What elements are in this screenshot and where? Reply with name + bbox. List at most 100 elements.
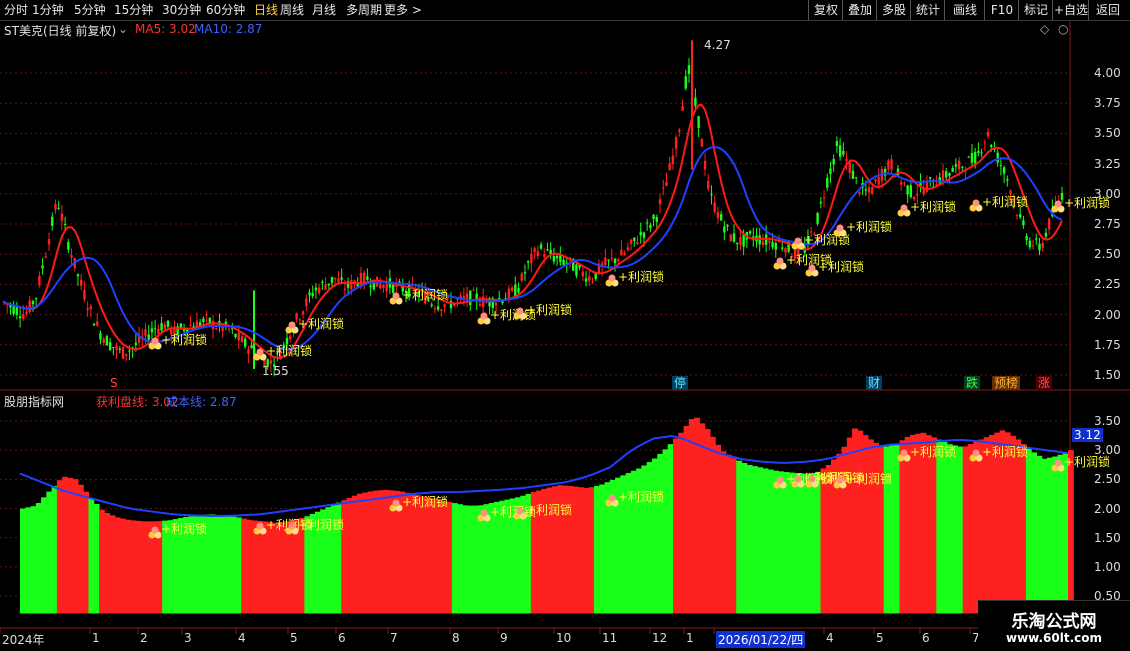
marker-suspend[interactable]: 停: [672, 376, 689, 390]
sub-bar: [62, 476, 68, 614]
candle-body: [51, 216, 54, 226]
sub-bar: [346, 497, 353, 614]
candle-body: [591, 281, 594, 283]
cost-line-label: 成本线: 2.87: [166, 395, 237, 409]
toolbar-button-6[interactable]: 标记: [1018, 0, 1053, 20]
sub-bar: [767, 469, 774, 614]
toolbar-button-1[interactable]: 叠加: [842, 0, 877, 20]
sub-bar: [1052, 456, 1059, 614]
toolbar-button-7[interactable]: +自选: [1052, 0, 1089, 20]
xtick: 5: [290, 631, 298, 645]
candle-body: [47, 239, 51, 245]
sub-bar: [594, 485, 600, 614]
sub-bar: [962, 446, 969, 614]
marker-s[interactable]: S: [108, 376, 120, 390]
candle-body: [289, 335, 292, 340]
sub-bar: [783, 472, 790, 614]
sub-bar: [30, 506, 37, 614]
period-tab-5[interactable]: 60分钟: [206, 0, 245, 20]
period-tab-9[interactable]: 多周期: [346, 0, 382, 20]
signal-sub-label: +利润锁: [618, 489, 664, 504]
sub-bar: [451, 503, 458, 614]
sub-bar: [757, 467, 764, 614]
period-tab-4[interactable]: 30分钟: [162, 0, 201, 20]
candle-body: [205, 314, 208, 316]
candle-body: [726, 224, 729, 227]
candle-body: [948, 173, 951, 176]
period-tab-6[interactable]: 日线: [254, 0, 278, 20]
period-tab-1[interactable]: 1分钟: [32, 0, 64, 20]
candle-body: [626, 247, 630, 250]
period-tab-10[interactable]: 更多 >: [384, 0, 422, 20]
candle-body: [440, 309, 443, 311]
sub-bar: [578, 487, 585, 614]
period-tab-7[interactable]: 周线: [280, 0, 304, 20]
marker-fall[interactable]: 跌: [964, 376, 981, 390]
candle-body: [658, 199, 662, 205]
sub-bar: [804, 473, 811, 614]
candle-body: [118, 348, 121, 350]
sub-bar: [762, 468, 769, 614]
sub-bar: [462, 505, 469, 614]
circle-icon[interactable]: ○: [1058, 22, 1068, 36]
candle-body: [41, 265, 44, 269]
candle-body: [436, 306, 440, 310]
toolbar-button-4[interactable]: 画线: [944, 0, 985, 20]
toolbar-button-2[interactable]: 多股: [876, 0, 911, 20]
marker-forecast[interactable]: 预榜: [992, 376, 1021, 390]
candle-body: [520, 273, 523, 281]
sub-bar: [409, 493, 416, 614]
ma5-label: MA5: 3.02: [135, 22, 196, 36]
candle-body: [967, 156, 970, 158]
candle-body: [150, 328, 154, 333]
chart-canvas[interactable]: +利润锁 +利润锁 +利润锁 +利润锁 +利润锁 +利润锁 +利润锁 +利润锁 +利润锁 +利润锁…: [0, 0, 1130, 650]
signal-main-label: +利润锁: [982, 194, 1028, 209]
sub-bar: [20, 508, 26, 614]
candle-body: [1018, 214, 1022, 218]
signal-main-icon: [288, 321, 296, 329]
sub-bar: [120, 518, 126, 614]
diamond-icon[interactable]: ◇: [1040, 22, 1049, 36]
candle-body: [819, 201, 823, 204]
toolbar-button-8[interactable]: 返回: [1088, 0, 1127, 20]
toolbar-button-3[interactable]: 统计: [910, 0, 945, 20]
sub-bar: [952, 445, 958, 614]
sub-bar: [457, 504, 463, 614]
candle-body: [433, 308, 437, 310]
sub-bar: [404, 492, 411, 614]
period-tab-3[interactable]: 15分钟: [114, 0, 153, 20]
candle-body: [539, 244, 543, 249]
candle-body: [610, 257, 613, 259]
toolbar-button-0[interactable]: 复权: [808, 0, 843, 20]
dropdown-circle-icon[interactable]: ⌄: [118, 22, 128, 36]
candle-body: [887, 160, 890, 170]
signal-sub-label: +利润锁: [982, 444, 1028, 459]
candle-body: [707, 181, 710, 189]
period-tab-8[interactable]: 月线: [312, 0, 336, 20]
candle-body: [999, 165, 1003, 167]
candle-body: [623, 252, 626, 255]
signal-main-label: +利润锁: [846, 219, 892, 234]
sub-bar: [741, 462, 748, 614]
current-value-badge: 3.12: [1072, 428, 1103, 442]
candle-body: [970, 153, 974, 163]
candle-body: [613, 258, 617, 264]
candle-body: [1015, 215, 1019, 217]
candle-body: [703, 160, 707, 170]
candle-body: [28, 300, 31, 312]
period-tab-2[interactable]: 5分钟: [74, 0, 106, 20]
candle-body: [858, 192, 861, 194]
sub-bar: [235, 517, 242, 614]
candle-body: [96, 321, 99, 326]
sub-bar: [378, 490, 384, 614]
signal-main-icon: [256, 348, 264, 356]
toolbar-button-5[interactable]: F10: [984, 0, 1019, 20]
candle-body: [369, 285, 372, 288]
sub-bar: [946, 444, 953, 614]
candle-body: [604, 257, 607, 265]
marker-rise[interactable]: 涨: [1036, 376, 1053, 390]
marker-finance[interactable]: 财: [866, 376, 883, 390]
period-tab-0[interactable]: 分时: [4, 0, 28, 20]
signal-sub-label: +利润锁: [846, 471, 892, 486]
candle-body: [115, 345, 118, 351]
